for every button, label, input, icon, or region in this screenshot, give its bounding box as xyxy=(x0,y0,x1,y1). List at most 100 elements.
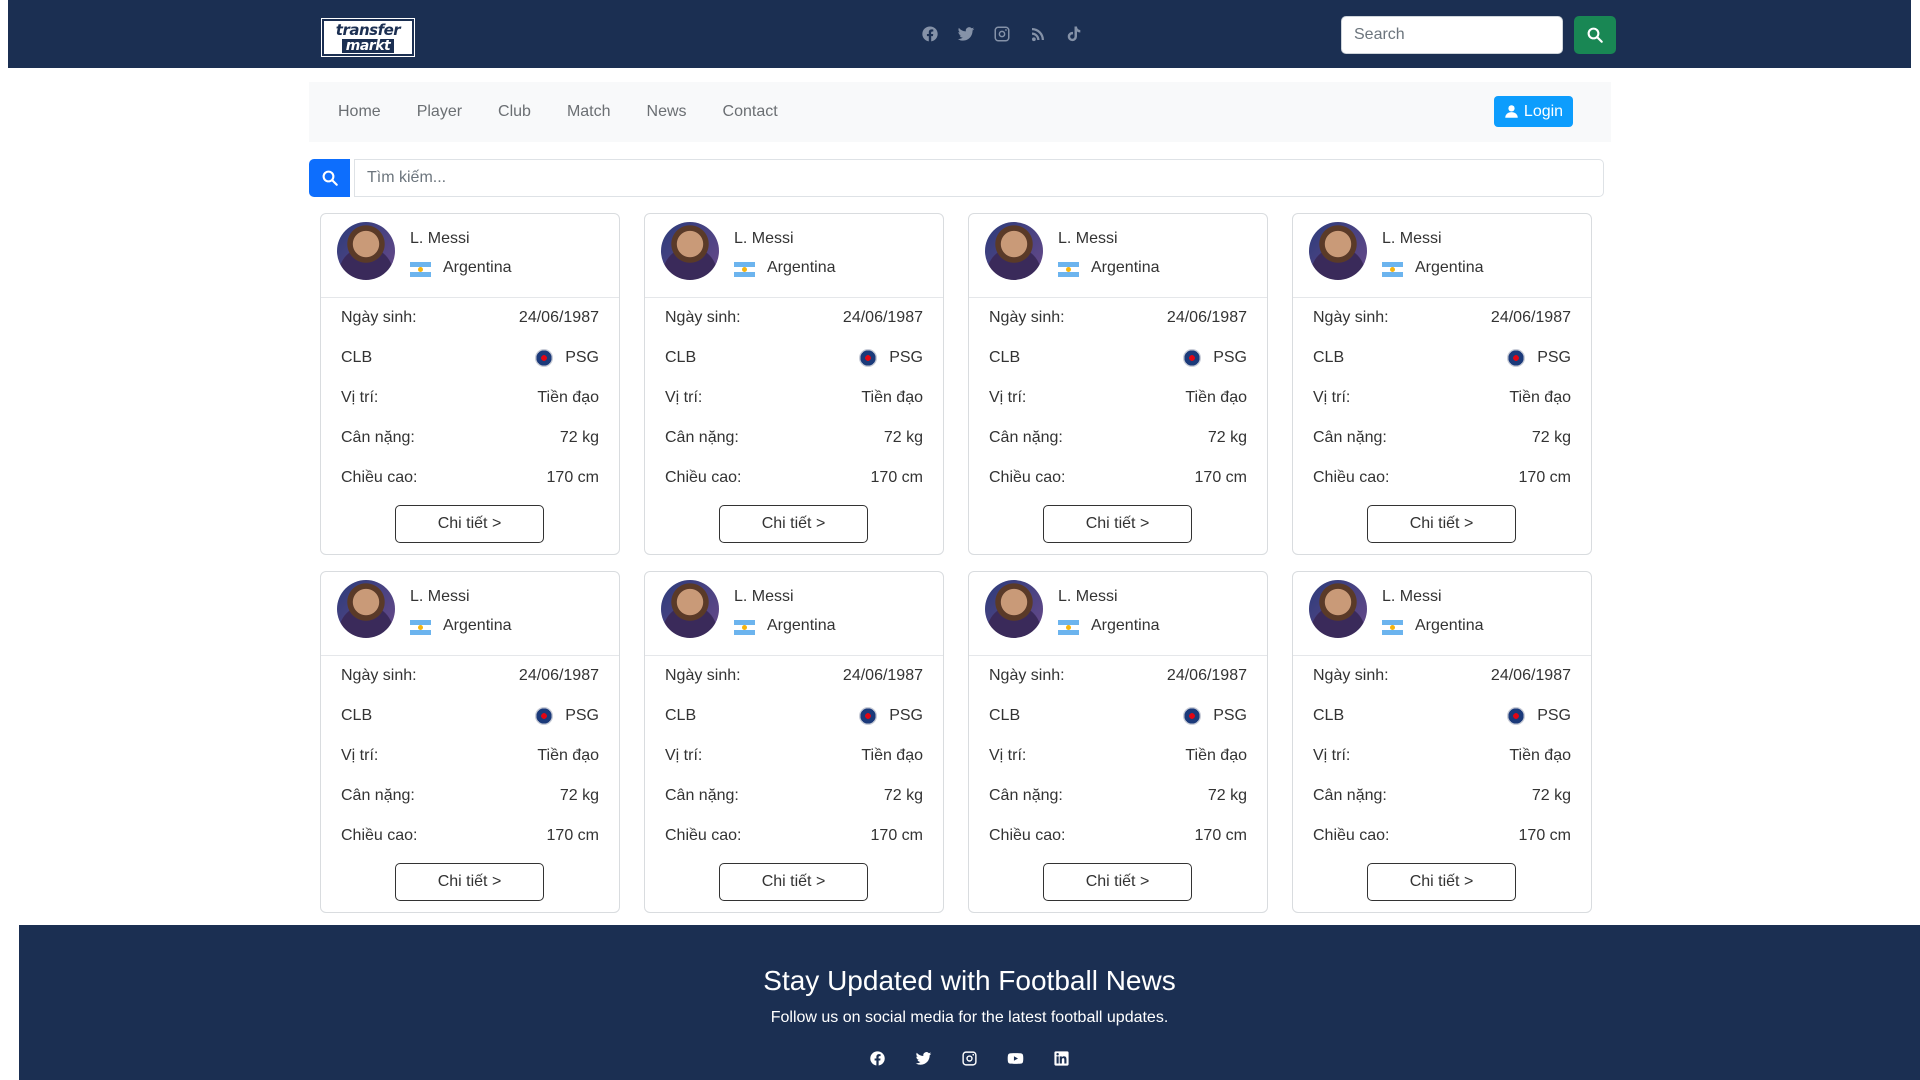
player-card-header: L. Messi Argentina xyxy=(1293,572,1591,656)
player-avatar xyxy=(661,222,719,280)
detail-button[interactable]: Chi tiết > xyxy=(395,863,544,901)
detail-button[interactable]: Chi tiết > xyxy=(719,863,868,901)
stat-row-position: Vị trí: Tiền đạo xyxy=(665,736,923,776)
argentina-flag-icon xyxy=(1382,620,1403,635)
player-name: L. Messi xyxy=(734,588,794,605)
player-card-grid: L. Messi Argentina Ngày sinh: 24/06/1987… xyxy=(320,213,1592,913)
player-name: L. Messi xyxy=(410,588,470,605)
stat-row-dob: Ngày sinh: 24/06/1987 xyxy=(341,656,599,696)
position-label: Vị trí: xyxy=(665,389,703,406)
logo-line-1: transfer xyxy=(335,20,401,39)
stat-row-dob: Ngày sinh: 24/06/1987 xyxy=(665,656,923,696)
club-value: PSG xyxy=(1213,349,1247,366)
stat-row-weight: Cân nặng: 72 kg xyxy=(665,776,923,816)
stat-row-club: CLB PSG xyxy=(665,696,923,736)
position-value: Tiền đạo xyxy=(537,389,599,406)
nav-club[interactable]: Club xyxy=(498,103,531,121)
facebook-icon[interactable] xyxy=(869,1049,887,1067)
player-avatar xyxy=(661,580,719,638)
stat-row-position: Vị trí: Tiền đạo xyxy=(989,378,1247,418)
login-button[interactable]: Login xyxy=(1494,96,1573,127)
stat-row-height: Chiều cao: 170 cm xyxy=(989,458,1247,498)
nav-match[interactable]: Match xyxy=(567,103,611,121)
height-label: Chiều cao: xyxy=(341,469,418,486)
login-label: Login xyxy=(1523,102,1564,120)
position-value: Tiền đạo xyxy=(861,747,923,764)
club-value: PSG xyxy=(565,349,599,366)
detail-button[interactable]: Chi tiết > xyxy=(395,505,544,543)
facebook-icon[interactable] xyxy=(920,24,940,44)
player-name: L. Messi xyxy=(1382,588,1442,605)
club-value-wrap: PSG xyxy=(535,349,599,367)
psg-club-icon xyxy=(1183,349,1202,367)
club-label: CLB xyxy=(1313,349,1345,366)
player-card: L. Messi Argentina Ngày sinh: 24/06/1987… xyxy=(644,213,944,555)
weight-value: 72 kg xyxy=(1207,787,1247,804)
player-card: L. Messi Argentina Ngày sinh: 24/06/1987… xyxy=(1292,571,1592,913)
stat-row-weight: Cân nặng: 72 kg xyxy=(665,418,923,458)
position-label: Vị trí: xyxy=(989,747,1027,764)
player-card: L. Messi Argentina Ngày sinh: 24/06/1987… xyxy=(1292,213,1592,555)
instagram-icon[interactable] xyxy=(961,1049,979,1067)
stat-row-height: Chiều cao: 170 cm xyxy=(341,816,599,856)
argentina-flag-icon xyxy=(734,262,755,277)
club-label: CLB xyxy=(1313,707,1345,724)
argentina-flag-icon xyxy=(1382,262,1403,277)
dob-label: Ngày sinh: xyxy=(341,309,417,326)
footer: Stay Updated with Football News Follow u… xyxy=(19,925,1920,1080)
nav-news[interactable]: News xyxy=(647,103,687,121)
detail-button[interactable]: Chi tiết > xyxy=(1367,505,1516,543)
player-stats: Ngày sinh: 24/06/1987 CLB PSG Vị trí: Ti… xyxy=(321,298,619,498)
club-value: PSG xyxy=(1537,349,1571,366)
detail-button[interactable]: Chi tiết > xyxy=(719,505,868,543)
height-label: Chiều cao: xyxy=(341,827,418,844)
detail-button[interactable]: Chi tiết > xyxy=(1367,863,1516,901)
player-search-input[interactable] xyxy=(354,159,1604,197)
stat-row-height: Chiều cao: 170 cm xyxy=(1313,816,1571,856)
stat-row-position: Vị trí: Tiền đạo xyxy=(1313,378,1571,418)
player-search-button[interactable] xyxy=(309,159,350,197)
nav-home[interactable]: Home xyxy=(338,103,381,121)
stat-row-dob: Ngày sinh: 24/06/1987 xyxy=(989,298,1247,338)
club-value-wrap: PSG xyxy=(859,349,923,367)
height-label: Chiều cao: xyxy=(665,469,742,486)
player-avatar xyxy=(1309,580,1367,638)
detail-button[interactable]: Chi tiết > xyxy=(1043,505,1192,543)
twitter-icon[interactable] xyxy=(915,1049,933,1067)
psg-club-icon xyxy=(535,707,554,725)
weight-label: Cân nặng: xyxy=(989,429,1063,446)
stat-row-club: CLB PSG xyxy=(989,696,1247,736)
nav-player[interactable]: Player xyxy=(417,103,462,121)
height-value: 170 cm xyxy=(546,469,599,486)
dob-label: Ngày sinh: xyxy=(989,309,1065,326)
linkedin-icon[interactable] xyxy=(1053,1049,1071,1067)
youtube-icon[interactable] xyxy=(1007,1049,1025,1067)
stat-row-height: Chiều cao: 170 cm xyxy=(989,816,1247,856)
height-value: 170 cm xyxy=(1518,827,1571,844)
stat-row-position: Vị trí: Tiền đạo xyxy=(341,378,599,418)
header-search-button[interactable] xyxy=(1574,16,1616,54)
club-label: CLB xyxy=(341,349,373,366)
weight-label: Cân nặng: xyxy=(341,787,415,804)
nav-contact[interactable]: Contact xyxy=(723,103,778,121)
height-value: 170 cm xyxy=(870,827,923,844)
player-card-header: L. Messi Argentina xyxy=(645,214,943,298)
header-social-links xyxy=(920,24,1084,44)
detail-button[interactable]: Chi tiết > xyxy=(1043,863,1192,901)
argentina-flag-icon xyxy=(1058,620,1079,635)
club-label: CLB xyxy=(341,707,373,724)
transfermarkt-logo[interactable]: transfer markt xyxy=(321,18,415,57)
twitter-icon[interactable] xyxy=(956,24,976,44)
tiktok-icon[interactable] xyxy=(1064,24,1084,44)
height-value: 170 cm xyxy=(1194,469,1247,486)
rss-icon[interactable] xyxy=(1028,24,1048,44)
player-stats: Ngày sinh: 24/06/1987 CLB PSG Vị trí: Ti… xyxy=(1293,656,1591,856)
instagram-icon[interactable] xyxy=(992,24,1012,44)
club-value-wrap: PSG xyxy=(1183,349,1247,367)
argentina-flag-icon xyxy=(734,620,755,635)
header-search-input[interactable] xyxy=(1341,16,1563,54)
stat-row-dob: Ngày sinh: 24/06/1987 xyxy=(341,298,599,338)
weight-value: 72 kg xyxy=(559,429,599,446)
weight-value: 72 kg xyxy=(883,787,923,804)
dob-value: 24/06/1987 xyxy=(1490,667,1571,684)
